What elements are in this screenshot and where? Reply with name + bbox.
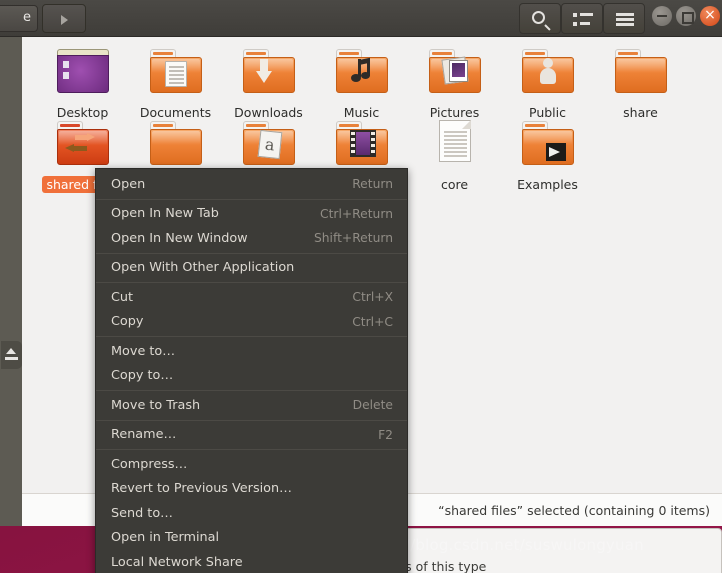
file-icon-pictures[interactable]: Pictures: [408, 45, 501, 121]
menu-separator: [96, 198, 407, 200]
file-icon-examples[interactable]: Examples: [501, 117, 594, 193]
menu-item-open-in-new-tab[interactable]: Open In New Tab Ctrl+Return: [96, 202, 407, 227]
file-icon-desktop[interactable]: Desktop: [36, 45, 129, 121]
header-bar: e: [0, 0, 722, 37]
menu-item-label: Open: [111, 176, 146, 192]
menu-item-move-to[interactable]: Move to…: [96, 339, 407, 364]
plain-folder-icon: [144, 117, 208, 171]
window-controls: [652, 5, 720, 26]
eject-icon: [6, 348, 16, 354]
menu-item-accelerator: Shift+Return: [313, 231, 393, 246]
menu-item-label: Cut: [111, 289, 134, 305]
desktop-folder-icon: [51, 45, 115, 99]
breadcrumb-label: e: [23, 10, 31, 25]
templates-folder-icon: [237, 117, 301, 171]
menu-item-send-to[interactable]: Send to…: [96, 501, 407, 526]
file-icon-share[interactable]: share: [594, 45, 687, 121]
shared-files-folder-icon: [51, 117, 115, 171]
menu-separator: [96, 252, 407, 254]
share-folder-icon: [609, 45, 673, 99]
menu-separator: [96, 390, 407, 391]
music-folder-icon: [330, 45, 394, 99]
icon-label: Examples: [517, 177, 578, 192]
search-button[interactable]: [519, 3, 561, 34]
menu-item-accelerator: Delete: [352, 398, 393, 413]
menu-item-cut[interactable]: Cut Ctrl+X: [96, 285, 407, 310]
menu-item-local-network-share[interactable]: Local Network Share: [96, 550, 407, 573]
menu-separator: [96, 336, 407, 337]
view-toggle-button[interactable]: [561, 3, 603, 34]
breadcrumb-path-button[interactable]: e: [0, 5, 38, 32]
list-view-icon: [573, 13, 593, 26]
menu-item-accelerator: Ctrl+C: [352, 314, 393, 329]
app-menu-button[interactable]: [603, 3, 645, 34]
examples-link-folder-icon: [516, 117, 580, 171]
menu-separator: [96, 449, 407, 450]
forward-arrow-icon: [61, 15, 68, 25]
downloads-folder-icon: [237, 45, 301, 99]
menu-item-compress[interactable]: Compress…: [96, 452, 407, 477]
menu-item-open-in-terminal[interactable]: Open in Terminal: [96, 526, 407, 551]
menu-item-accelerator: Ctrl+X: [352, 290, 393, 305]
file-icon-music[interactable]: Music: [315, 45, 408, 121]
eject-icon-bar: [5, 357, 18, 360]
menu-item-label: Copy to…: [111, 368, 174, 384]
menu-item-label: Move to…: [111, 343, 176, 359]
menu-item-move-to-trash[interactable]: Move to Trash Delete: [96, 393, 407, 418]
documents-folder-icon: [144, 45, 208, 99]
forward-button[interactable]: [42, 4, 86, 33]
menu-item-copy-to[interactable]: Copy to…: [96, 364, 407, 389]
menu-item-accelerator: Ctrl+Return: [320, 206, 393, 221]
public-folder-icon: [516, 45, 580, 99]
menu-item-label: Move to Trash: [111, 397, 201, 413]
menu-item-label: Copy: [111, 314, 144, 330]
hamburger-menu-icon: [616, 13, 634, 26]
pictures-folder-icon: [423, 45, 487, 99]
menu-item-accelerator: Return: [352, 177, 393, 192]
status-text: “shared files” selected (containing 0 it…: [438, 502, 710, 518]
menu-item-accelerator: F2: [378, 427, 393, 442]
close-button[interactable]: [700, 5, 720, 26]
menu-item-label: Open With Other Application: [111, 260, 295, 276]
icon-label: share: [623, 105, 658, 120]
menu-item-label: Local Network Share: [111, 554, 243, 570]
sidebar: [0, 37, 22, 526]
eject-button[interactable]: [1, 341, 22, 369]
menu-separator: [96, 419, 407, 421]
menu-item-open[interactable]: Open Return: [96, 172, 407, 197]
menu-separator: [96, 282, 407, 283]
icon-label: core: [440, 177, 469, 192]
file-icon-documents[interactable]: Documents: [129, 45, 222, 121]
search-icon: [532, 11, 545, 24]
menu-item-label: Revert to Previous Version…: [111, 481, 292, 497]
document-icon: [423, 117, 487, 171]
menu-item-open-in-new-window[interactable]: Open In New Window Shift+Return: [96, 226, 407, 251]
file-icon-public[interactable]: Public: [501, 45, 594, 121]
minimize-button[interactable]: [652, 6, 672, 26]
menu-item-label: Open in Terminal: [111, 530, 220, 546]
menu-item-label: Open In New Tab: [111, 206, 219, 222]
menu-item-label: Open In New Window: [111, 230, 248, 246]
file-icon-downloads[interactable]: Downloads: [222, 45, 315, 121]
context-menu: Open Return Open In New Tab Ctrl+Return Open…: [95, 168, 408, 573]
menu-item-copy[interactable]: Copy Ctrl+C: [96, 310, 407, 335]
menu-item-label: Rename…: [111, 427, 177, 443]
menu-item-rename[interactable]: Rename… F2: [96, 423, 407, 448]
videos-folder-icon: [330, 117, 394, 171]
file-icon-core[interactable]: core: [408, 117, 501, 193]
menu-item-label: Send to…: [111, 505, 173, 521]
menu-item-revert-to-previous-version[interactable]: Revert to Previous Version…: [96, 477, 407, 502]
maximize-button[interactable]: [676, 6, 696, 26]
menu-item-open-with-other-application[interactable]: Open With Other Application: [96, 256, 407, 281]
menu-item-label: Compress…: [111, 456, 188, 472]
